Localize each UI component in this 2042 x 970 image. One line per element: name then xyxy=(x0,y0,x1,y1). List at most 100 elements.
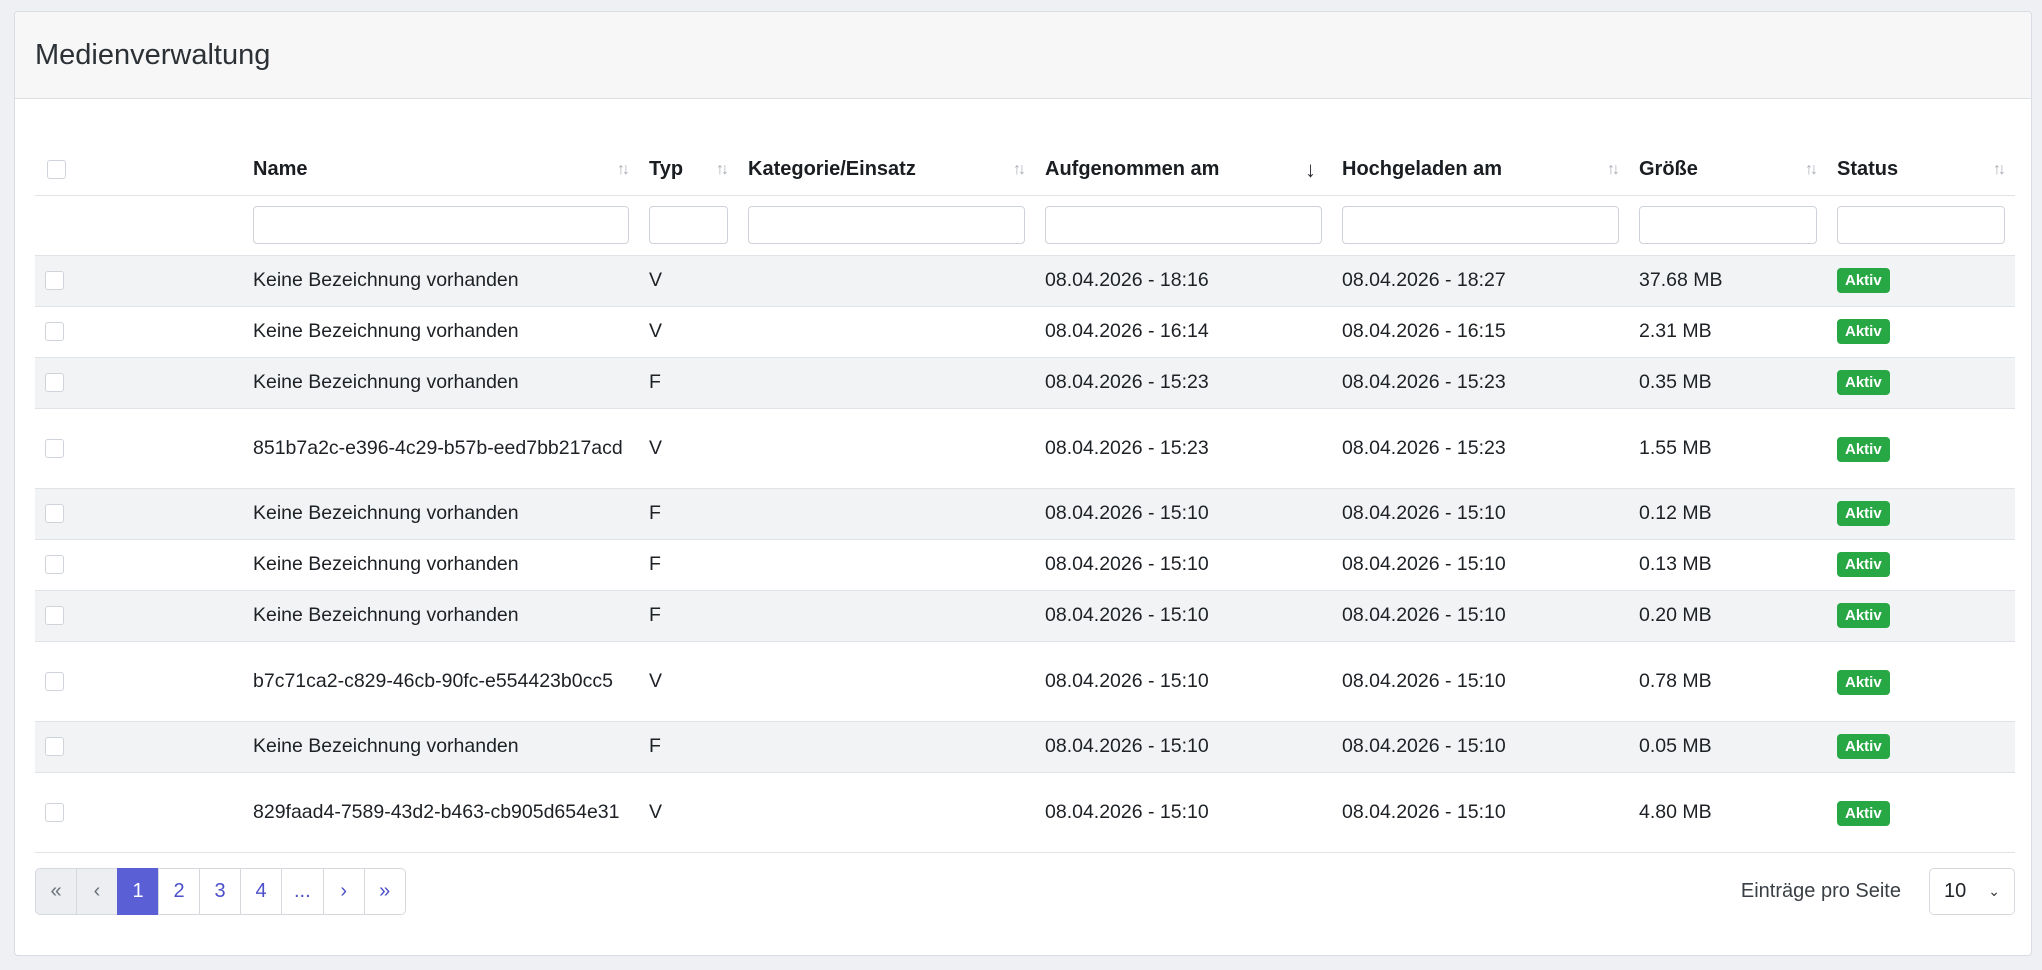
cell-name: Keine Bezeichnung vorhanden xyxy=(243,488,639,540)
cell-name: 829faad4-7589-43d2-b463-cb905d654e31 xyxy=(243,772,639,853)
page-button-3[interactable]: 3 xyxy=(199,868,241,915)
cell-name: b7c71ca2-c829-46cb-90fc-e554423b0cc5 xyxy=(243,641,639,722)
last-page-button[interactable]: » xyxy=(363,868,406,915)
status-badge: Aktiv xyxy=(1837,603,1890,628)
column-header-hochgeladen[interactable]: Hochgeladen am ↑↓ xyxy=(1332,145,1629,196)
table-row[interactable]: b7c71ca2-c829-46cb-90fc-e554423b0cc5 V 0… xyxy=(35,641,2015,722)
cell-name: Keine Bezeichnung vorhanden xyxy=(243,590,639,642)
filter-input-typ[interactable] xyxy=(649,206,728,244)
row-select-cell xyxy=(35,306,243,358)
column-header-status[interactable]: Status ↑↓ xyxy=(1827,145,2015,196)
row-checkbox[interactable] xyxy=(45,271,64,291)
cell-kategorie xyxy=(738,772,1035,853)
cell-kategorie xyxy=(738,539,1035,591)
status-badge: Aktiv xyxy=(1837,734,1890,759)
prev-page-button[interactable]: ‹ xyxy=(76,868,118,915)
table-row[interactable]: Keine Bezeichnung vorhanden F 08.04.2026… xyxy=(35,539,2015,591)
table-row[interactable]: 851b7a2c-e396-4c29-b57b-eed7bb217acd V 0… xyxy=(35,408,2015,489)
table-row[interactable]: Keine Bezeichnung vorhanden F 08.04.2026… xyxy=(35,590,2015,642)
column-header-groesse[interactable]: Größe ↑↓ xyxy=(1629,145,1827,196)
row-select-cell xyxy=(35,488,243,540)
row-checkbox[interactable] xyxy=(45,555,64,575)
per-page-select[interactable]: 10 ⌄ xyxy=(1929,868,2015,915)
cell-status: Aktiv xyxy=(1827,488,2015,540)
filter-input-aufgenommen[interactable] xyxy=(1045,206,1322,244)
sort-icon[interactable]: ↑↓ xyxy=(1607,161,1620,179)
sort-icon[interactable]: ↑↓ xyxy=(1805,161,1818,179)
first-page-button[interactable]: « xyxy=(35,868,77,915)
cell-hochgeladen: 08.04.2026 - 16:15 xyxy=(1332,306,1629,358)
cell-status: Aktiv xyxy=(1827,408,2015,489)
column-header-typ[interactable]: Typ ↑↓ xyxy=(639,145,738,196)
cell-aufgenommen: 08.04.2026 - 15:10 xyxy=(1035,488,1332,540)
column-label: Aufgenommen am xyxy=(1045,158,1220,181)
cell-name: Keine Bezeichnung vorhanden xyxy=(243,539,639,591)
table-row[interactable]: 829faad4-7589-43d2-b463-cb905d654e31 V 0… xyxy=(35,772,2015,853)
status-badge: Aktiv xyxy=(1837,268,1890,293)
page-button-4[interactable]: 4 xyxy=(240,868,282,915)
filter-input-status[interactable] xyxy=(1837,206,2005,244)
row-checkbox[interactable] xyxy=(45,672,64,692)
column-label: Kategorie/Einsatz xyxy=(748,158,916,181)
row-checkbox[interactable] xyxy=(45,606,64,626)
select-all-header xyxy=(35,145,243,196)
filter-input-kategorie[interactable] xyxy=(748,206,1025,244)
cell-groesse: 0.13 MB xyxy=(1629,539,1827,591)
row-checkbox[interactable] xyxy=(45,439,64,459)
page-button-2[interactable]: 2 xyxy=(158,868,200,915)
cell-typ: V xyxy=(639,255,738,307)
filter-input-name[interactable] xyxy=(253,206,629,244)
cell-name: 851b7a2c-e396-4c29-b57b-eed7bb217acd xyxy=(243,408,639,489)
cell-typ: F xyxy=(639,539,738,591)
filter-cell xyxy=(1629,195,1827,256)
cell-aufgenommen: 08.04.2026 - 15:23 xyxy=(1035,357,1332,409)
row-select-cell xyxy=(35,772,243,853)
status-badge: Aktiv xyxy=(1837,501,1890,526)
row-checkbox[interactable] xyxy=(45,373,64,393)
column-header-kategorie[interactable]: Kategorie/Einsatz ↑↓ xyxy=(738,145,1035,196)
table-row[interactable]: Keine Bezeichnung vorhanden F 08.04.2026… xyxy=(35,488,2015,540)
cell-typ: F xyxy=(639,357,738,409)
cell-name: Keine Bezeichnung vorhanden xyxy=(243,306,639,358)
cell-typ: V xyxy=(639,772,738,853)
page-button-1[interactable]: 1 xyxy=(117,868,159,915)
row-checkbox[interactable] xyxy=(45,737,64,757)
row-checkbox[interactable] xyxy=(45,504,64,524)
column-header-aufgenommen[interactable]: Aufgenommen am ↓ xyxy=(1035,145,1332,196)
filter-input-hochgeladen[interactable] xyxy=(1342,206,1619,244)
column-label: Typ xyxy=(649,158,684,181)
cell-status: Aktiv xyxy=(1827,357,2015,409)
sort-icon[interactable]: ↑↓ xyxy=(617,161,630,179)
select-all-checkbox[interactable] xyxy=(47,160,66,180)
cell-groesse: 0.05 MB xyxy=(1629,721,1827,773)
sort-desc-icon[interactable]: ↓ xyxy=(1305,157,1316,183)
cell-status: Aktiv xyxy=(1827,306,2015,358)
cell-kategorie xyxy=(738,721,1035,773)
page-ellipsis-button[interactable]: ... xyxy=(281,868,324,915)
table-row[interactable]: Keine Bezeichnung vorhanden V 08.04.2026… xyxy=(35,306,2015,358)
media-management-card: Medienverwaltung Name ↑↓ Typ ↑↓ Kategori… xyxy=(14,11,2032,956)
column-header-name[interactable]: Name ↑↓ xyxy=(243,145,639,196)
cell-typ: F xyxy=(639,488,738,540)
row-checkbox[interactable] xyxy=(45,803,64,823)
table-row[interactable]: Keine Bezeichnung vorhanden V 08.04.2026… xyxy=(35,255,2015,307)
sort-icon[interactable]: ↑↓ xyxy=(1993,161,2006,179)
card-body: Name ↑↓ Typ ↑↓ Kategorie/Einsatz ↑↓ Aufg… xyxy=(15,145,2031,853)
cell-typ: V xyxy=(639,408,738,489)
cell-kategorie xyxy=(738,488,1035,540)
cell-groesse: 0.78 MB xyxy=(1629,641,1827,722)
sort-icon[interactable]: ↑↓ xyxy=(1013,161,1026,179)
row-checkbox[interactable] xyxy=(45,322,64,342)
header-row: Name ↑↓ Typ ↑↓ Kategorie/Einsatz ↑↓ Aufg… xyxy=(35,145,2015,196)
filter-input-groesse[interactable] xyxy=(1639,206,1817,244)
status-badge: Aktiv xyxy=(1837,801,1890,826)
row-select-cell xyxy=(35,408,243,489)
next-page-button[interactable]: › xyxy=(322,868,365,915)
status-badge: Aktiv xyxy=(1837,670,1890,695)
sort-icon[interactable]: ↑↓ xyxy=(716,161,729,179)
cell-kategorie xyxy=(738,357,1035,409)
table-row[interactable]: Keine Bezeichnung vorhanden F 08.04.2026… xyxy=(35,357,2015,409)
card-header: Medienverwaltung xyxy=(15,12,2031,99)
table-row[interactable]: Keine Bezeichnung vorhanden F 08.04.2026… xyxy=(35,721,2015,773)
cell-groesse: 4.80 MB xyxy=(1629,772,1827,853)
